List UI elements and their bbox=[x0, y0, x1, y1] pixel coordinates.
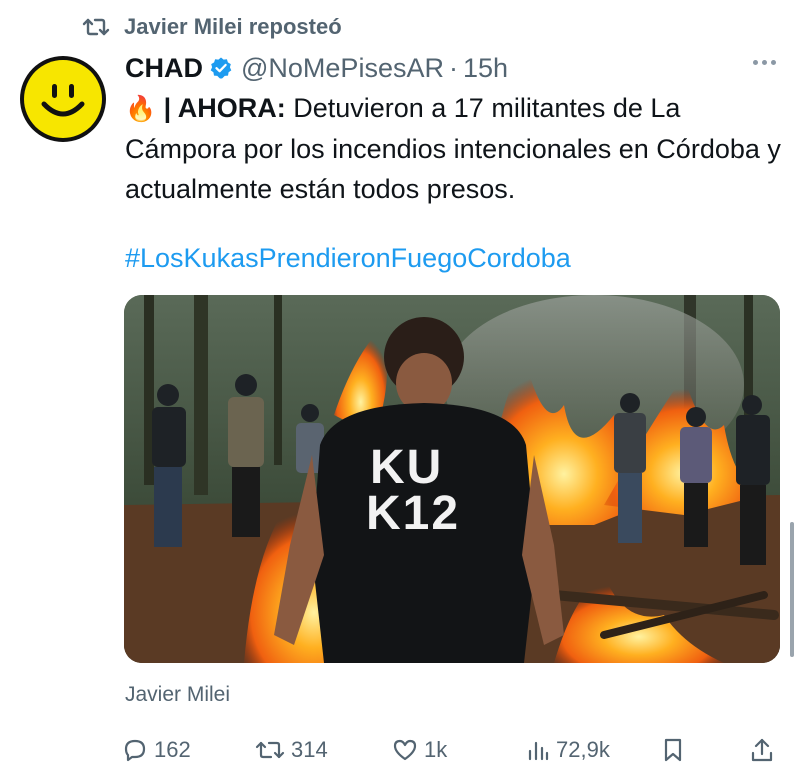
tweet-text: 🔥 | AHORA: Detuvieron a 17 militantes de… bbox=[125, 88, 785, 209]
verified-badge-icon[interactable] bbox=[209, 56, 233, 80]
views-button[interactable]: 72,9k bbox=[526, 735, 610, 765]
tweet-header: CHAD @NoMePisesAR · 15h bbox=[125, 50, 508, 86]
more-options-icon[interactable] bbox=[753, 60, 776, 65]
fire-emoji: 🔥 bbox=[125, 95, 157, 123]
tweet-actions: 162 314 1k 72,9k bbox=[122, 735, 782, 765]
smiley-avatar-icon bbox=[24, 60, 102, 138]
heart-icon bbox=[392, 738, 418, 762]
like-button[interactable]: 1k bbox=[392, 735, 447, 765]
views-count: 72,9k bbox=[556, 737, 610, 762]
avatar[interactable] bbox=[20, 56, 106, 142]
shirt-text: KU K12 bbox=[366, 441, 461, 540]
bookmark-button[interactable] bbox=[662, 735, 684, 765]
share-icon bbox=[750, 737, 774, 763]
repost-count: 314 bbox=[291, 737, 328, 762]
scrollbar[interactable] bbox=[790, 522, 794, 657]
like-count: 1k bbox=[424, 737, 448, 762]
repost-action-icon bbox=[255, 738, 285, 762]
media-caption[interactable]: Javier Milei bbox=[125, 683, 230, 707]
reply-icon bbox=[122, 737, 148, 763]
separator-dot: · bbox=[448, 52, 458, 83]
reply-count: 162 bbox=[154, 737, 191, 762]
tweet-prefix: | AHORA: bbox=[163, 93, 286, 123]
timestamp[interactable]: 15h bbox=[463, 53, 508, 84]
tweet-media-image[interactable]: KU K12 bbox=[124, 295, 780, 663]
shirt-text-line2: K12 bbox=[366, 487, 461, 540]
repost-indicator[interactable]: Javier Milei reposteó bbox=[82, 12, 342, 42]
hashtag-link[interactable]: #LosKukasPrendieronFuegoCordoba bbox=[125, 243, 571, 274]
views-chart-icon bbox=[526, 738, 550, 762]
bookmark-icon bbox=[662, 737, 684, 763]
repost-label: Javier Milei reposteó bbox=[124, 14, 342, 39]
share-button[interactable] bbox=[750, 735, 774, 765]
author-name[interactable]: CHAD bbox=[125, 53, 203, 84]
repost-button[interactable]: 314 bbox=[255, 735, 328, 765]
shirt-text-line1: KU bbox=[370, 441, 444, 494]
author-handle[interactable]: @NoMePisesAR bbox=[241, 53, 444, 84]
repost-icon bbox=[82, 16, 110, 38]
reply-button[interactable]: 162 bbox=[122, 735, 191, 765]
